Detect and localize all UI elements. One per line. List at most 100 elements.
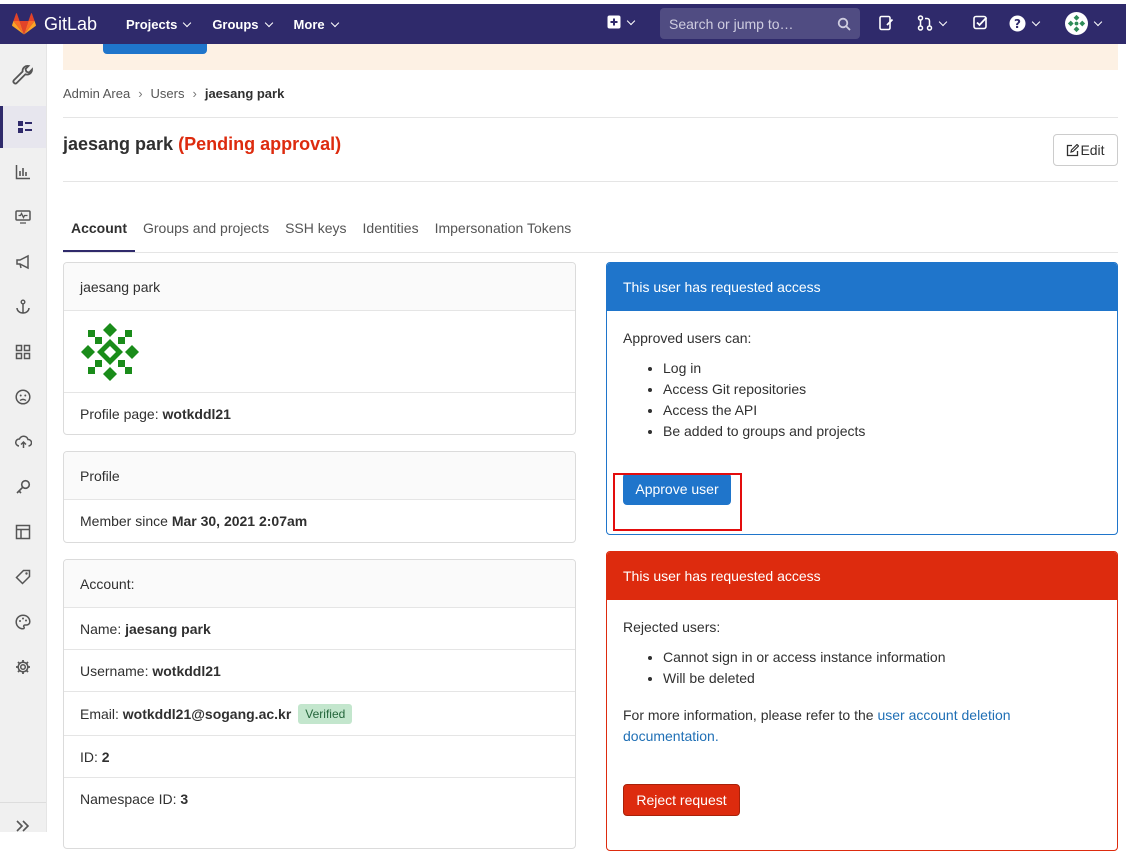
- chevron-down-icon: [938, 17, 948, 26]
- gitlab-logo-text: GitLab: [44, 13, 98, 34]
- profile-card-header: Profile: [64, 452, 575, 500]
- email-row: Email: wotkddl21@sogang.ac.kr Verified: [64, 692, 575, 736]
- list-item: Access Git repositories: [663, 379, 1101, 400]
- chevron-down-icon: [626, 16, 636, 25]
- abuse-reports-icon[interactable]: [0, 377, 46, 417]
- search-input[interactable]: Search or jump to…: [660, 8, 860, 39]
- alert-banner: [63, 44, 1118, 70]
- namespace-id-row: Namespace ID: 3: [64, 778, 575, 820]
- tab-identities[interactable]: Identities: [355, 210, 427, 252]
- collapse-icon[interactable]: [0, 806, 46, 846]
- help-dropdown[interactable]: ?: [1009, 15, 1041, 32]
- applications-icon[interactable]: [0, 332, 46, 372]
- admin-sidebar: [0, 44, 47, 832]
- svg-text:?: ?: [1014, 17, 1021, 31]
- list-item: Be added to groups and projects: [663, 421, 1101, 442]
- list-item: Log in: [663, 358, 1101, 379]
- approve-list: Log in Access Git repositories Access th…: [663, 358, 1101, 442]
- chevron-down-icon: [1031, 17, 1041, 27]
- merge-request-icon: [917, 15, 933, 31]
- chevron-right-icon: ›: [192, 86, 197, 101]
- credentials-icon[interactable]: [0, 467, 46, 507]
- reject-intro: Rejected users:: [623, 619, 721, 635]
- nav-projects-label: Projects: [126, 16, 178, 32]
- pending-status: (Pending approval): [178, 134, 342, 154]
- email-value[interactable]: wotkddl21@sogang.ac.kr: [123, 706, 291, 722]
- reject-card: This user has requested access Rejected …: [606, 551, 1118, 851]
- messages-icon[interactable]: [0, 242, 46, 282]
- reject-card-body: Rejected users: Cannot sign in or access…: [607, 600, 1117, 816]
- system-hooks-icon[interactable]: [0, 287, 46, 327]
- reject-info-text: For more information, please refer to th…: [623, 707, 874, 723]
- name-value: jaesang park: [125, 620, 211, 637]
- reject-card-header: This user has requested access: [607, 552, 1117, 600]
- chevron-down-icon: [183, 18, 192, 27]
- overview-icon[interactable]: [0, 106, 46, 148]
- reject-request-button[interactable]: Reject request: [623, 784, 740, 816]
- member-since-label: Member since: [80, 513, 168, 529]
- namespace-id-value: 3: [180, 791, 189, 807]
- deploy-keys-icon[interactable]: [0, 422, 46, 462]
- name-row: Name: jaesang park: [64, 608, 575, 650]
- top-navbar: GitLab Projects Groups More Search or ju…: [0, 4, 1126, 44]
- username-row: Username: wotkddl21: [64, 650, 575, 692]
- gitlab-logo[interactable]: GitLab: [12, 13, 114, 35]
- approve-intro: Approved users can:: [623, 330, 752, 346]
- list-item: Cannot sign in or access instance inform…: [663, 647, 1101, 668]
- breadcrumb-current[interactable]: jaesang park: [205, 86, 285, 101]
- breadcrumb-users[interactable]: Users: [151, 86, 185, 101]
- edit-button[interactable]: Edit: [1053, 134, 1118, 166]
- user-tabs: Account Groups and projects SSH keys Ide…: [63, 210, 579, 252]
- profile-page-row: Profile page: wotkddl21: [64, 393, 575, 434]
- issues-check-icon[interactable]: [973, 15, 988, 30]
- search-icon: [837, 17, 851, 31]
- labels-icon[interactable]: [0, 557, 46, 597]
- account-card-title: Account:: [80, 575, 135, 592]
- edit-label: Edit: [1080, 142, 1105, 158]
- username-label: Username:: [80, 662, 149, 679]
- tab-impersonation-tokens[interactable]: Impersonation Tokens: [427, 210, 580, 252]
- monitoring-icon[interactable]: [0, 197, 46, 237]
- templates-icon[interactable]: [0, 512, 46, 552]
- chevron-right-icon: ›: [138, 86, 143, 101]
- banner-button[interactable]: [103, 44, 207, 54]
- nav-groups[interactable]: Groups: [212, 17, 273, 32]
- tab-groups-and-projects[interactable]: Groups and projects: [135, 210, 277, 252]
- settings-icon[interactable]: [0, 647, 46, 687]
- appearance-icon[interactable]: [0, 602, 46, 642]
- user-menu[interactable]: [1065, 12, 1103, 35]
- id-value: 2: [101, 748, 110, 765]
- todo-icon[interactable]: [878, 15, 894, 31]
- merge-request-dropdown[interactable]: [917, 15, 948, 31]
- name-label: Name:: [80, 620, 122, 637]
- tab-ssh-keys[interactable]: SSH keys: [277, 210, 354, 252]
- member-since-value: Mar 30, 2021 2:07am: [171, 513, 308, 529]
- avatar-row: [64, 311, 575, 393]
- nav-projects[interactable]: Projects: [126, 16, 192, 32]
- nav-more-label: More: [293, 16, 325, 32]
- new-dropdown[interactable]: [607, 15, 636, 29]
- tab-account[interactable]: Account: [63, 210, 135, 252]
- namespace-id-label: Namespace ID:: [80, 791, 177, 807]
- account-card-header: Account:: [64, 560, 575, 608]
- profile-page-label: Profile page:: [80, 406, 159, 422]
- verified-badge: Verified: [298, 703, 353, 724]
- help-icon: ?: [1009, 15, 1026, 32]
- breadcrumb-admin-area[interactable]: Admin Area: [63, 86, 130, 101]
- account-card: Account: Name: jaesang park Username: wo…: [63, 559, 576, 849]
- analytics-icon[interactable]: [0, 152, 46, 192]
- member-since-row: Member since Mar 30, 2021 2:07am: [64, 500, 575, 542]
- user-card-name: jaesang park: [80, 278, 161, 295]
- reject-card-title: This user has requested access: [623, 568, 821, 584]
- avatar: [81, 322, 139, 381]
- profile-page-value[interactable]: wotkddl21: [163, 406, 231, 422]
- chevron-down-icon: [264, 18, 273, 27]
- user-card-header: jaesang park: [64, 263, 575, 311]
- pencil-square-icon: [1067, 143, 1080, 156]
- nav-more[interactable]: More: [293, 16, 339, 32]
- id-label: ID:: [80, 748, 98, 765]
- admin-wrench-icon[interactable]: [0, 54, 46, 98]
- list-item: Access the API: [663, 400, 1101, 421]
- plus-square-icon: [607, 15, 621, 29]
- profile-card: Profile Member since Mar 30, 2021 2:07am: [63, 451, 576, 543]
